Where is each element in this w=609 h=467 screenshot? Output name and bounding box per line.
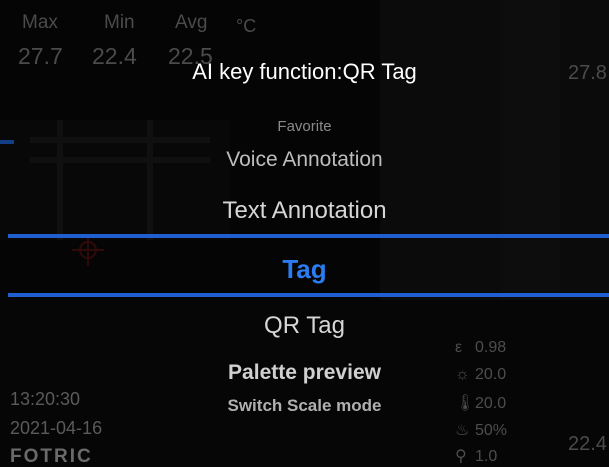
humidity-icon: ♨ — [455, 422, 470, 439]
emissivity-value: 0.98 — [475, 339, 507, 356]
param-ambient-temp: ☼ 20.0 — [455, 366, 506, 384]
max-label: Max — [22, 12, 58, 33]
menu-item-qr-tag[interactable]: QR Tag — [0, 312, 609, 340]
ambient-temp-icon: ☼ — [455, 366, 470, 383]
humidity-value: 50% — [475, 422, 508, 439]
menu-item-switch-scale-mode[interactable]: Switch Scale mode — [0, 396, 609, 415]
distance-value: 1.0 — [475, 448, 498, 465]
avg-label: Avg — [175, 12, 208, 33]
menu-item-palette-preview[interactable]: Palette preview — [0, 361, 609, 385]
emissivity-icon: ε — [455, 339, 463, 356]
selection-bottom-line — [8, 293, 609, 297]
reflected-temp-value: 20.0 — [475, 395, 507, 412]
distance-icon: ⚲ — [455, 448, 467, 465]
ambient-temp-value: 20.0 — [475, 366, 507, 383]
menu-item-text-annotation[interactable]: Text Annotation — [0, 197, 609, 225]
brand-logo: FOTRIC — [10, 446, 93, 467]
selection-top-line — [8, 234, 609, 238]
param-distance: ⚲ 1.0 — [455, 446, 497, 466]
menu-item-voice-annotation[interactable]: Voice Annotation — [0, 148, 609, 172]
menu-item-favorite[interactable]: Favorite — [0, 118, 609, 134]
thermal-camera-screen: Max Min Avg °C 27.7 22.4 22.5 27.8 22.4 … — [0, 0, 609, 467]
temperature-unit: °C — [236, 16, 257, 36]
param-humidity: ♨ 50% — [455, 420, 507, 440]
clock-time: 13:20:30 — [10, 389, 81, 409]
menu-item-tag-selected[interactable]: Tag — [0, 254, 609, 285]
min-label: Min — [104, 12, 135, 33]
param-emissivity: ε 0.98 — [455, 339, 506, 357]
thermometer-icon: 🌡 — [455, 395, 476, 412]
clock-date: 2021-04-16 — [10, 418, 103, 438]
spot-temp-bottom: 22.4 — [568, 433, 607, 455]
param-reflected-temp: 🌡20.0 — [455, 393, 506, 413]
dialog-title: AI key function:QR Tag — [192, 59, 417, 84]
